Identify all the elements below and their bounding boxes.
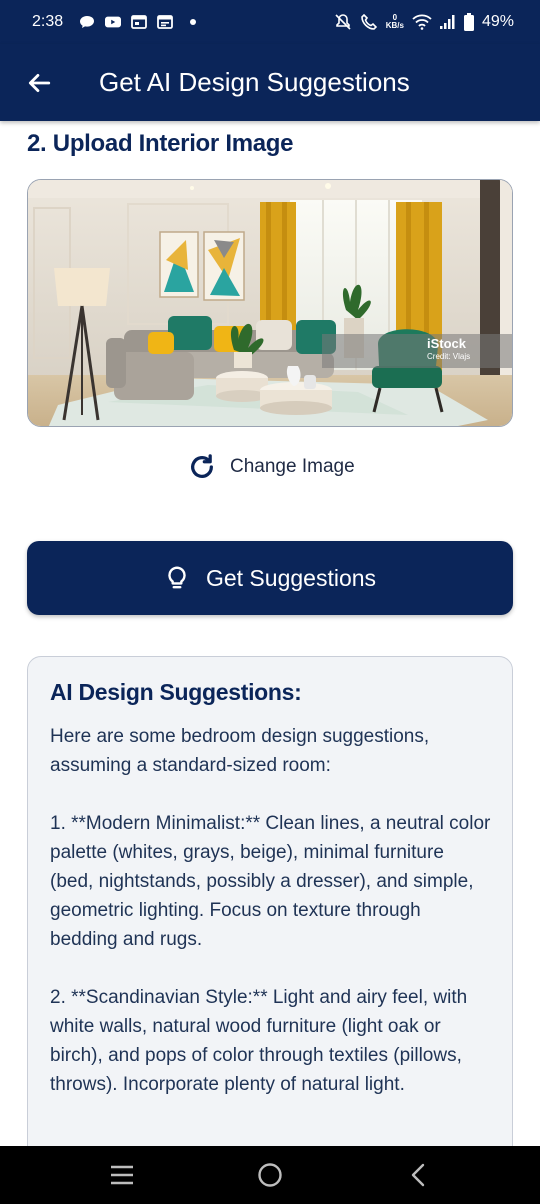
suggestions-heading: AI Design Suggestions: <box>50 679 302 705</box>
suggestions-card: AI Design Suggestions: Here are some bed… <box>27 656 513 1176</box>
news-icon <box>157 15 174 29</box>
battery-percent: 49% <box>481 13 514 30</box>
stock-watermark: iStock Credit: Vlajs <box>322 334 512 368</box>
chevron-left-icon <box>411 1163 425 1187</box>
lightbulb-icon <box>168 566 186 589</box>
network-speed: 0 KB/s <box>386 14 404 30</box>
network-speed-unit: KB/s <box>385 21 404 30</box>
chat-bubble-icon <box>80 16 95 28</box>
youtube-icon <box>105 16 122 28</box>
status-right: 0 KB/s 49% <box>334 13 514 31</box>
get-suggestions-label: Get Suggestions <box>205 564 377 591</box>
watermark-credit: Credit: Vlajs <box>427 352 471 361</box>
upload-section-title: 2. Upload Interior Image <box>27 130 294 157</box>
suggestion-item: 1. **Modern Minimalist:** Clean lines, a… <box>50 813 491 950</box>
page-title: Get AI Design Suggestions <box>99 67 410 97</box>
change-image-button[interactable]: Change Image <box>188 450 355 484</box>
nav-recents-button[interactable] <box>92 1150 152 1200</box>
circle-home-icon <box>258 1163 282 1187</box>
mute-icon <box>335 14 351 30</box>
status-left: 2:38 <box>32 13 197 31</box>
nav-home-button[interactable] <box>240 1150 300 1200</box>
system-nav-bar <box>0 1146 540 1204</box>
suggestion-intro: Here are some bedroom design suggestions… <box>50 726 430 776</box>
back-button[interactable] <box>0 44 78 121</box>
call-icon <box>360 13 377 30</box>
nav-back-button[interactable] <box>388 1150 448 1200</box>
suggestion-item: 2. **Scandinavian Style:** Light and air… <box>50 987 468 1095</box>
battery-icon <box>463 13 474 31</box>
signal-icon <box>439 15 455 29</box>
living-room-image <box>28 180 512 426</box>
notification-dot-icon <box>190 19 197 25</box>
uploaded-image: iStock Credit: Vlajs <box>27 179 513 427</box>
refresh-icon <box>191 454 213 478</box>
calendar-icon <box>131 15 148 29</box>
change-image-label: Change Image <box>230 456 355 477</box>
watermark-brand: iStock <box>427 336 467 351</box>
wifi-icon <box>412 14 432 30</box>
menu-lines-icon <box>111 1165 133 1185</box>
get-suggestions-button[interactable]: Get Suggestions <box>27 541 513 615</box>
arrow-left-icon <box>28 73 51 92</box>
app-bar: Get AI Design Suggestions <box>0 44 540 121</box>
status-bar: 2:38 0 KB/s 49% <box>0 0 540 44</box>
status-time: 2:38 <box>32 13 64 30</box>
